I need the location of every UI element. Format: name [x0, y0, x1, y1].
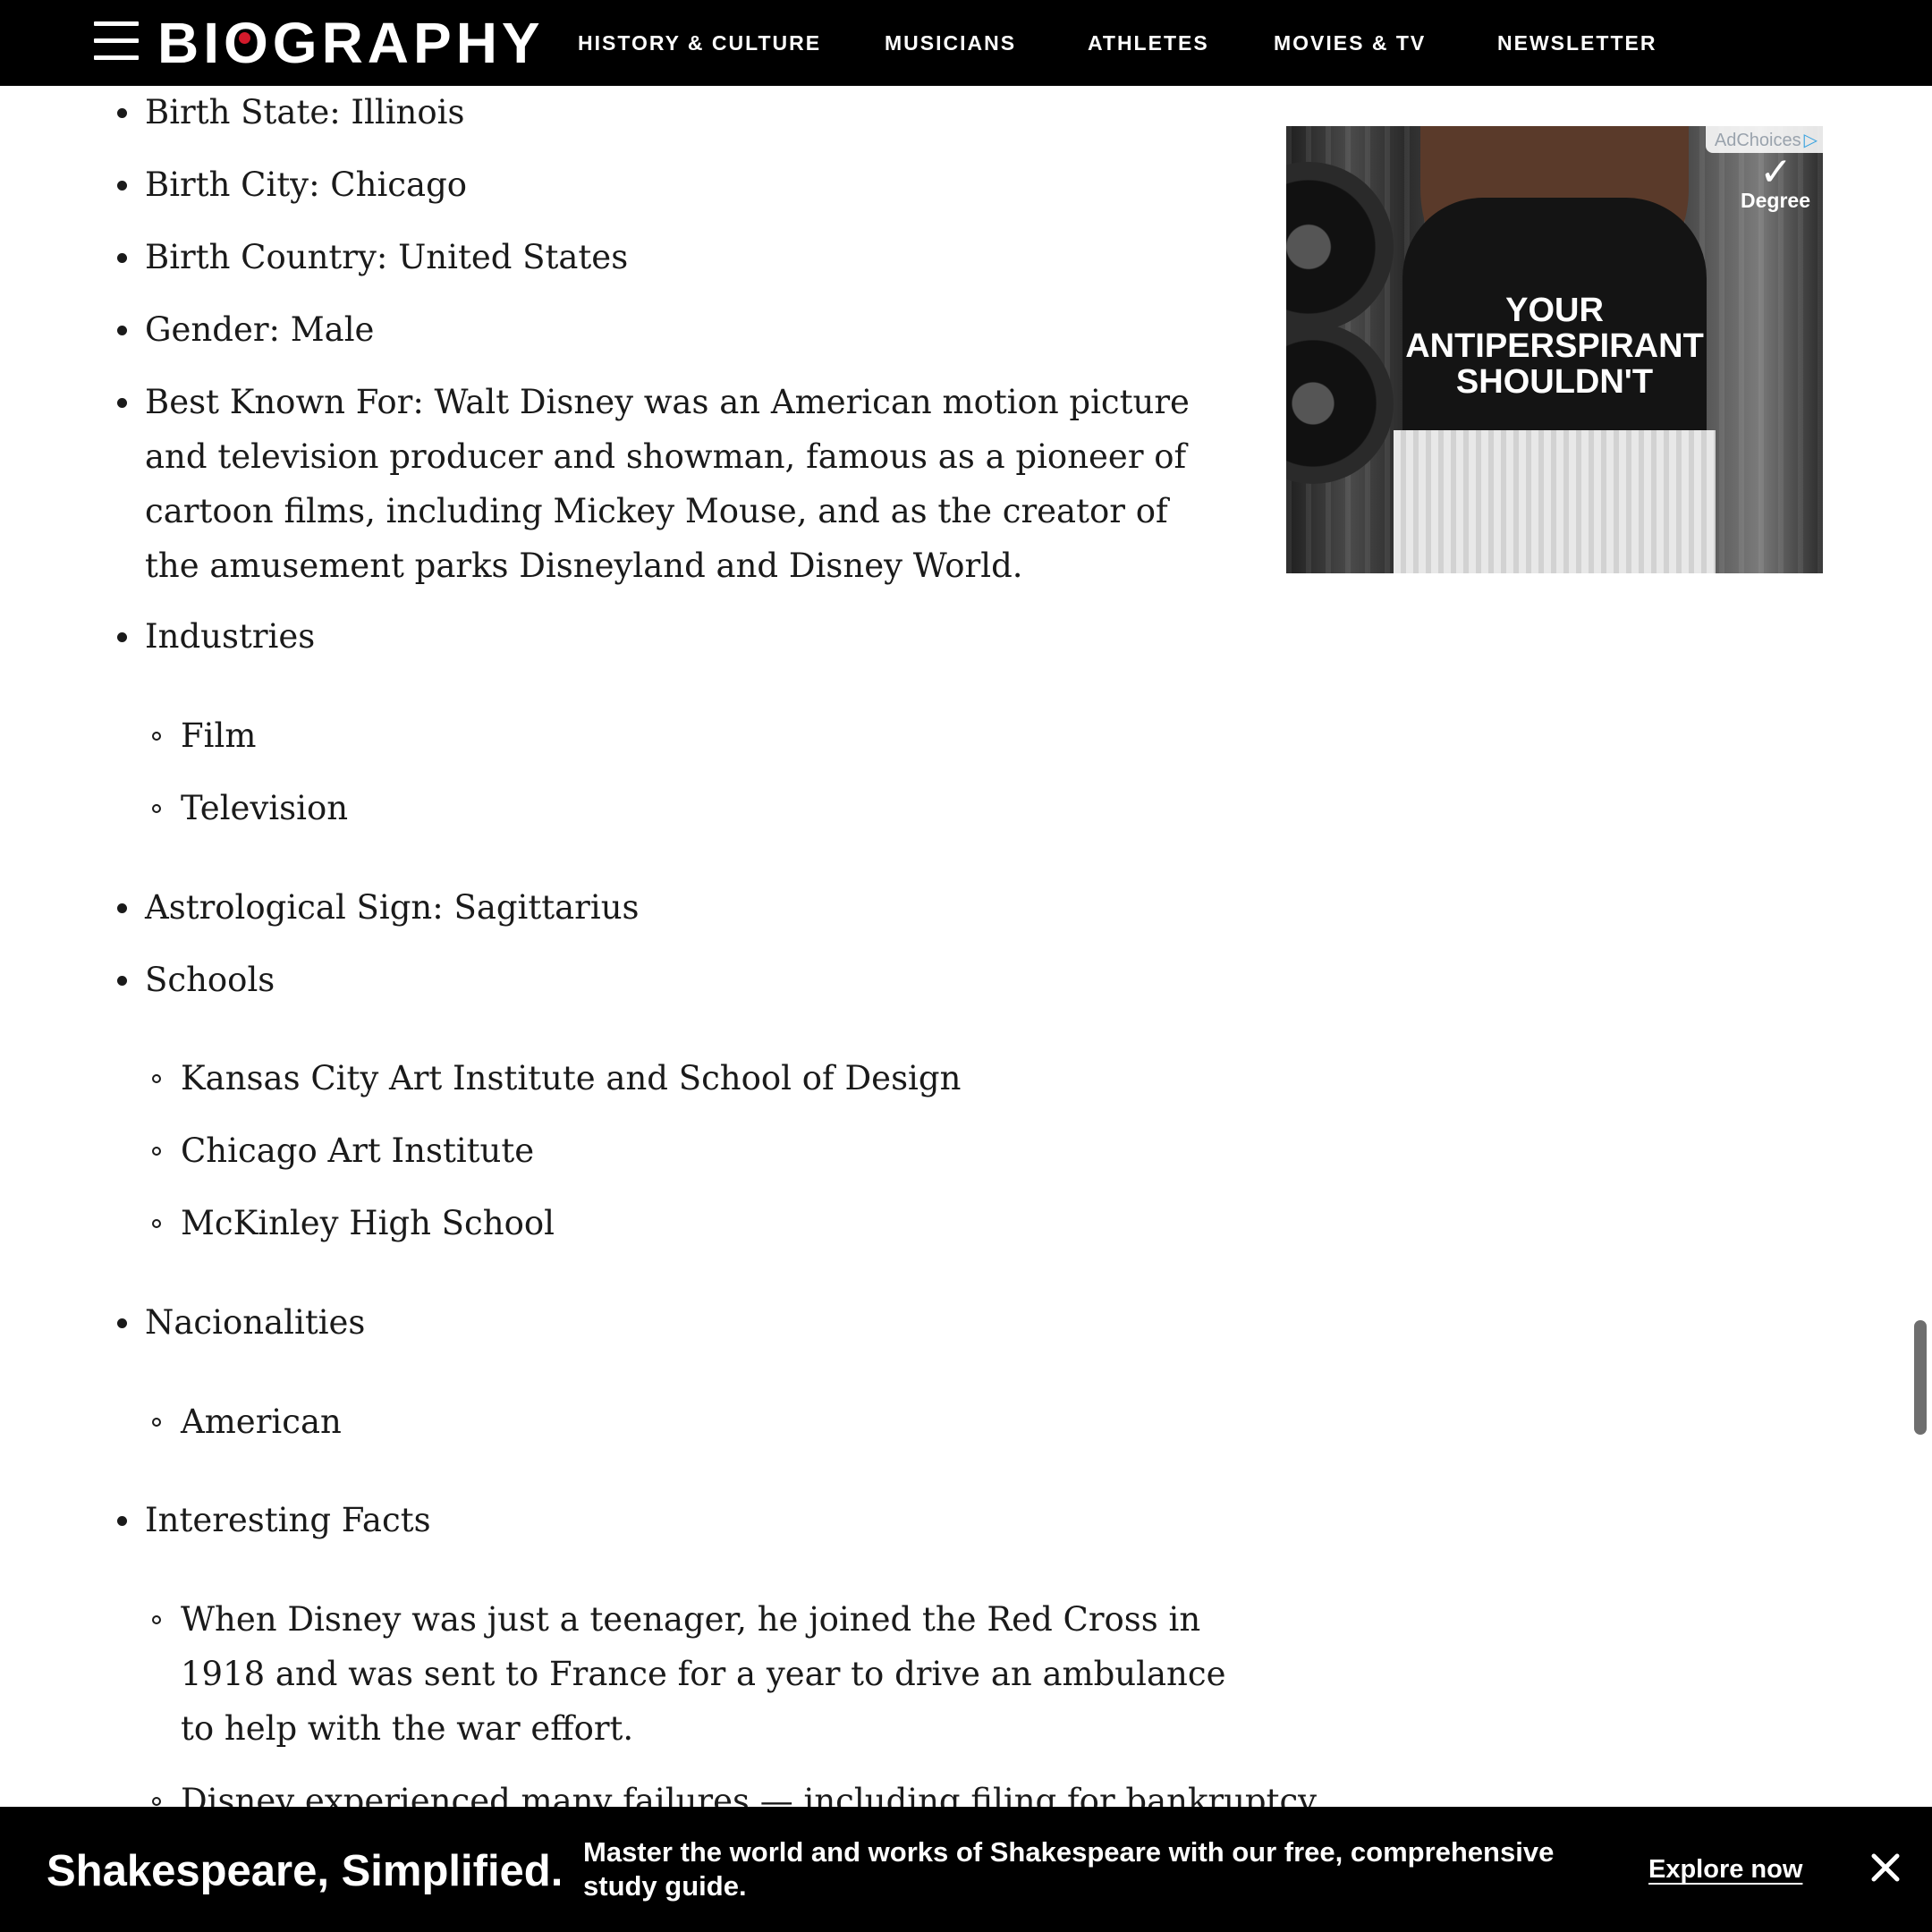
- fact-schools-label: Schools: [145, 961, 275, 999]
- list-bullet: [117, 903, 127, 913]
- nav-link-athletes[interactable]: ATHLETES: [1088, 27, 1209, 59]
- sublist-bullet: [152, 732, 161, 741]
- fact-best-known-for: Best Known For: Walt Disney was an Ameri…: [145, 383, 1190, 585]
- checkmark-icon: ✓: [1759, 149, 1792, 195]
- banner-title: Shakespeare, Simplified.: [47, 1847, 564, 1895]
- fact-birth-country: Birth Country: United States: [145, 238, 629, 276]
- fact-industries-label: Industries: [145, 617, 316, 656]
- ad-headline: YOUR ANTIPERSPIRANT SHOULDN'T: [1405, 292, 1704, 401]
- list-bullet: [117, 632, 127, 642]
- sublist-bullet: [152, 1418, 161, 1427]
- list-bullet: [117, 181, 127, 191]
- school-item: Chicago Art Institute: [181, 1131, 535, 1170]
- sublist-bullet: [152, 1615, 161, 1624]
- ad-brand-logo: Degree: [1741, 189, 1810, 212]
- list-bullet: [117, 108, 127, 118]
- banner-description: Master the world and works of Shakespear…: [583, 1836, 1555, 1902]
- list-bullet: [117, 398, 127, 408]
- explore-now-link[interactable]: Explore now: [1648, 1852, 1802, 1887]
- scrollbar-thumb[interactable]: [1914, 1320, 1927, 1435]
- logo-dot: [239, 32, 250, 44]
- promo-banner: Shakespeare, Simplified. Master the worl…: [0, 1807, 1932, 1932]
- top-navigation-bar: BIOGRAPHY HISTORY & CULTURE MUSICIANS AT…: [0, 0, 1932, 86]
- menu-icon[interactable]: [94, 21, 139, 61]
- sublist-bullet: [152, 1797, 161, 1806]
- list-bullet: [117, 326, 127, 335]
- nav-link-newsletter[interactable]: NEWSLETTER: [1497, 27, 1657, 59]
- adchoices-icon: ▷: [1803, 129, 1818, 150]
- adchoices-button[interactable]: AdChoices ▷: [1705, 126, 1823, 153]
- adchoices-label: AdChoices: [1714, 131, 1801, 150]
- industry-item: Television: [181, 789, 349, 827]
- sublist-bullet: [152, 1147, 161, 1156]
- list-bullet: [117, 976, 127, 986]
- fact-interesting-facts-label: Interesting Facts: [145, 1501, 431, 1539]
- fact-astrological-sign: Astrological Sign: Sagittarius: [145, 888, 640, 927]
- list-bullet: [117, 1516, 127, 1526]
- sublist-bullet: [152, 1219, 161, 1228]
- advertisement[interactable]: YOUR ANTIPERSPIRANT SHOULDN'T ✓ Degree A…: [1286, 126, 1823, 573]
- nav-link-history-culture[interactable]: HISTORY & CULTURE: [578, 27, 821, 59]
- interesting-fact-item: When Disney was just a teenager, he join…: [181, 1600, 1226, 1748]
- sublist-bullet: [152, 804, 161, 813]
- list-bullet: [117, 253, 127, 263]
- industry-item: Film: [181, 716, 257, 755]
- list-bullet: [117, 1318, 127, 1328]
- nav-link-movies-tv[interactable]: MOVIES & TV: [1274, 27, 1426, 59]
- ad-shorts-image: [1394, 430, 1716, 573]
- fact-birth-state: Birth State: Illinois: [145, 93, 465, 131]
- school-item: Kansas City Art Institute and School of …: [181, 1059, 962, 1097]
- fact-nationalities-label: Nacionalities: [145, 1303, 366, 1342]
- nav-link-musicians[interactable]: MUSICIANS: [885, 27, 1016, 59]
- close-icon[interactable]: [1869, 1852, 1902, 1884]
- site-logo[interactable]: BIOGRAPHY: [157, 9, 545, 77]
- fact-gender: Gender: Male: [145, 310, 375, 349]
- fact-birth-city: Birth City: Chicago: [145, 165, 468, 204]
- nationality-item: American: [181, 1402, 342, 1441]
- sublist-bullet: [152, 1074, 161, 1083]
- school-item: McKinley High School: [181, 1204, 555, 1242]
